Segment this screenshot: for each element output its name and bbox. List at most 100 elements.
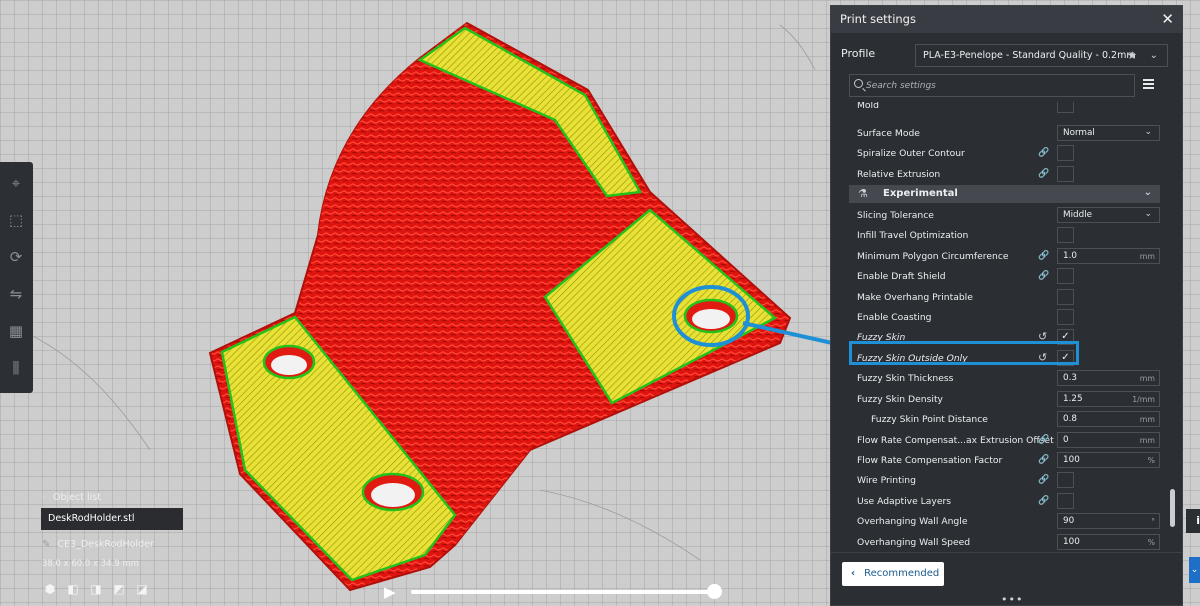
object-list-item[interactable]: DeskRodHolder.stl: [41, 508, 183, 530]
star-icon[interactable]: ★: [1127, 45, 1137, 66]
cube-icon[interactable]: ⬢: [43, 582, 57, 596]
overhang-speed-input[interactable]: 100%: [1057, 534, 1160, 550]
search-box[interactable]: [849, 74, 1135, 97]
info-icon[interactable]: i: [1186, 509, 1200, 533]
model-deskrodholder[interactable]: [208, 21, 792, 592]
support-blocker-icon[interactable]: ⫼: [3, 355, 29, 381]
link-icon: 🔗: [1038, 475, 1050, 485]
object-dimensions: 38.0 x 60.0 x 34.9 mm: [42, 559, 139, 569]
setting-row-min-polygon[interactable]: Minimum Polygon Circumference 🔗 1.0 mm: [849, 246, 1162, 266]
recommended-button[interactable]: ‹ Recommended: [842, 562, 944, 586]
link-icon: 🔗: [1038, 169, 1050, 179]
expand-button[interactable]: ⌄: [1189, 557, 1200, 583]
coasting-checkbox[interactable]: [1057, 309, 1074, 325]
setting-row-mold[interactable]: Mold: [849, 102, 1162, 115]
view-tools: ⬢ ◧ ◨ ◩ ◪: [43, 582, 149, 596]
slicing-tolerance-select[interactable]: Middle ⌄: [1057, 207, 1160, 223]
move-icon[interactable]: ⌖: [3, 170, 29, 196]
play-button[interactable]: ▶: [384, 583, 402, 601]
mirror-icon[interactable]: ⇋: [3, 281, 29, 307]
layer-slider-handle[interactable]: [707, 584, 722, 599]
setting-row-flow-comp-factor[interactable]: Flow Rate Compensation Factor 🔗 100%: [849, 450, 1162, 470]
link-icon: 🔗: [1038, 496, 1050, 506]
object-list-header[interactable]: ▾ Object list: [42, 492, 101, 503]
link-icon: 🔗: [1038, 455, 1050, 465]
flow-comp-offset-input[interactable]: 0 mm: [1057, 432, 1160, 448]
chevron-down-icon: ⌄: [1144, 127, 1152, 137]
rotate-icon[interactable]: ⟳: [3, 244, 29, 270]
setting-row-fuzzy-thickness[interactable]: Fuzzy Skin Thickness 0.3 mm: [849, 368, 1162, 388]
recommended-label: Recommended: [864, 568, 940, 579]
relative-extrusion-checkbox[interactable]: [1057, 166, 1074, 182]
flask-icon: ⚗: [858, 187, 868, 200]
setting-row-overhang-angle[interactable]: Overhanging Wall Angle 90 °: [849, 511, 1162, 531]
link-icon: 🔗: [1038, 271, 1050, 281]
link-icon: 🔗: [1038, 251, 1050, 261]
layer-slider-track[interactable]: [411, 590, 717, 594]
left-view-icon[interactable]: ◩: [112, 582, 126, 596]
setting-row-fuzzy-point-distance[interactable]: Fuzzy Skin Point Distance 0.8 mm: [849, 409, 1162, 429]
highlight-box: [849, 341, 1079, 365]
search-icon: [854, 79, 863, 88]
profile-select[interactable]: PLA-E3-Penelope - Standard Quality - 0.2…: [915, 44, 1168, 67]
setting-row-coasting[interactable]: Enable Coasting: [849, 307, 1162, 327]
infill-travel-checkbox[interactable]: [1057, 227, 1074, 243]
surface-mode-select[interactable]: Normal ⌄: [1057, 125, 1160, 141]
draft-shield-checkbox[interactable]: [1057, 268, 1074, 284]
adaptive-layers-checkbox[interactable]: [1057, 493, 1074, 509]
link-icon: 🔗: [1038, 435, 1050, 445]
overhang-angle-input[interactable]: 90 °: [1057, 513, 1160, 529]
settings-scrollbar[interactable]: [1170, 489, 1175, 527]
object-list-label: Object list: [53, 492, 101, 503]
chevron-left-icon: ‹: [851, 568, 856, 579]
scale-icon[interactable]: ⬚: [3, 207, 29, 233]
mold-checkbox[interactable]: [1057, 102, 1074, 113]
front-view-icon[interactable]: ◧: [66, 582, 80, 596]
top-view-icon[interactable]: ◨: [89, 582, 103, 596]
chevron-down-icon: ⌄: [1149, 50, 1158, 61]
setting-row-adaptive-layers[interactable]: Use Adaptive Layers 🔗: [849, 491, 1162, 511]
panel-title: Print settings: [840, 12, 916, 26]
left-toolbar: ⌖ ⬚ ⟳ ⇋ ▦ ⫼: [0, 162, 33, 393]
overhang-printable-checkbox[interactable]: [1057, 289, 1074, 305]
setting-row-spiralize[interactable]: Spiralize Outer Contour 🔗: [849, 143, 1162, 163]
play-icon: ▶: [384, 583, 396, 601]
fuzzy-density-input[interactable]: 1.25 1/mm: [1057, 391, 1160, 407]
spiralize-checkbox[interactable]: [1057, 145, 1074, 161]
chevron-down-icon: ⌄: [1190, 565, 1199, 575]
panel-divider: [831, 552, 1182, 553]
chevron-down-icon: ⌄: [1143, 187, 1152, 198]
settings-list[interactable]: Mold Surface Mode Normal ⌄ Spiralize Oute…: [849, 102, 1162, 552]
fuzzy-point-distance-input[interactable]: 0.8 mm: [1057, 411, 1160, 427]
panel-header: Print settings ✕: [831, 6, 1182, 33]
menu-icon[interactable]: [1143, 79, 1154, 89]
chevron-down-icon: ▾: [42, 493, 47, 502]
wire-printing-checkbox[interactable]: [1057, 472, 1074, 488]
setting-row-wire-printing[interactable]: Wire Printing 🔗: [849, 470, 1162, 490]
object-name: CE3_DeskRodHolder: [57, 539, 154, 550]
pencil-icon: ✎: [42, 539, 51, 550]
setting-row-draft-shield[interactable]: Enable Draft Shield 🔗: [849, 266, 1162, 286]
setting-row-fuzzy-density[interactable]: Fuzzy Skin Density 1.25 1/mm: [849, 389, 1162, 409]
setting-row-infill-travel[interactable]: Infill Travel Optimization: [849, 225, 1162, 245]
setting-row-overhang-speed[interactable]: Overhanging Wall Speed 100%: [849, 532, 1162, 552]
category-experimental[interactable]: ⚗ Experimental ⌄: [849, 185, 1160, 203]
profile-value: PLA-E3-Penelope - Standard Quality - 0.2…: [923, 50, 1136, 61]
right-view-icon[interactable]: ◪: [135, 582, 149, 596]
setting-row-relative-extrusion[interactable]: Relative Extrusion 🔗: [849, 164, 1162, 184]
setting-row-surface-mode[interactable]: Surface Mode Normal ⌄: [849, 123, 1162, 143]
drag-handle-icon[interactable]: •••: [1001, 593, 1023, 606]
flow-comp-factor-input[interactable]: 100%: [1057, 452, 1160, 468]
object-name-row[interactable]: ✎ CE3_DeskRodHolder: [42, 539, 154, 550]
setting-row-flow-comp-offset[interactable]: Flow Rate Compensat...ax Extrusion Offse…: [849, 430, 1162, 450]
fuzzy-thickness-input[interactable]: 0.3 mm: [1057, 370, 1160, 386]
search-input[interactable]: [866, 75, 1126, 96]
min-polygon-input[interactable]: 1.0 mm: [1057, 248, 1160, 264]
close-icon[interactable]: ✕: [1161, 6, 1174, 33]
link-icon: 🔗: [1038, 148, 1050, 158]
setting-row-slicing-tolerance[interactable]: Slicing Tolerance Middle ⌄: [849, 205, 1162, 225]
per-model-settings-icon[interactable]: ▦: [3, 318, 29, 344]
setting-row-overhang-printable[interactable]: Make Overhang Printable: [849, 287, 1162, 307]
profile-label: Profile: [841, 47, 876, 60]
chevron-down-icon: ⌄: [1144, 209, 1152, 219]
